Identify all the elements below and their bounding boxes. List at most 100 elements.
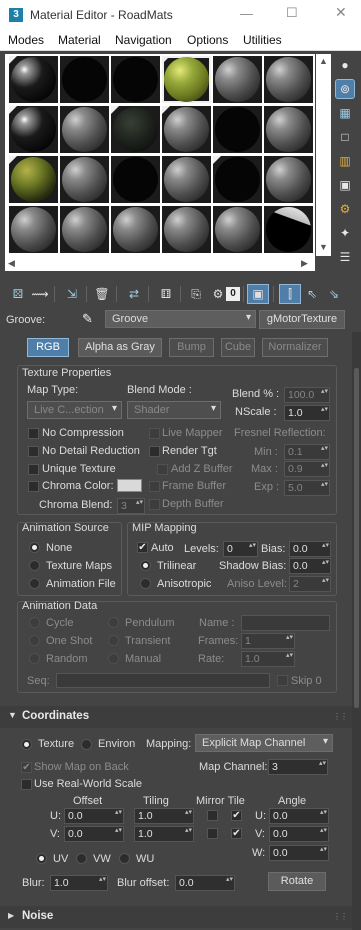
mirror-u-checkbox[interactable] [207,810,218,821]
sample-slot[interactable] [264,206,313,253]
scroll-down-icon[interactable]: ▼ [319,242,328,252]
sample-slot[interactable] [162,156,211,203]
render-tgt-checkbox[interactable] [149,446,160,457]
put-to-scene-icon[interactable]: ⟿ [30,285,50,303]
sample-uv-tiling-icon[interactable]: □ [336,128,354,146]
material-id-icon[interactable]: ⚙ [208,285,228,303]
sample-slot[interactable] [213,206,262,253]
mip-trilinear-radio[interactable] [140,560,151,571]
fresnel-exp-spinner[interactable]: 5.0 [284,480,330,496]
nscale-spinner[interactable]: 1.0 [284,405,330,421]
select-by-material-icon[interactable]: ✦ [336,224,354,242]
sample-slot[interactable] [9,156,58,203]
sample-slot[interactable] [60,56,109,103]
tab-bump[interactable]: Bump [169,338,214,357]
coordinates-rollout-header[interactable]: ▼ Coordinates ⋮⋮ [0,706,352,728]
mip-auto-checkbox[interactable]: ✔ [137,542,148,553]
mip-bias-spinner[interactable]: 0.0 [289,541,331,557]
coord-texture-radio[interactable] [21,739,32,750]
tiling-v-spinner[interactable]: 1.0 [134,826,194,842]
slots-horizontal-scrollbar[interactable]: ◀ ▶ [5,256,315,271]
anim-transient-radio[interactable] [108,635,119,646]
use-real-world-scale-checkbox[interactable] [21,779,32,790]
video-color-check-icon[interactable]: ▥ [336,152,354,170]
anim-source-texture-maps-radio[interactable] [29,560,40,571]
menu-utilities[interactable]: Utilities [243,33,282,47]
make-preview-icon[interactable]: ▣ [336,176,354,194]
maximize-icon[interactable]: ☐ [286,5,298,21]
sample-slot[interactable] [213,56,262,103]
sample-type-icon[interactable]: ● [336,56,354,74]
copy-material-icon[interactable]: ⚅ [156,285,176,303]
angle-w-spinner[interactable]: 0.0 [269,845,329,861]
panel-scrollbar[interactable] [352,332,361,930]
tab-rgb[interactable]: RGB [27,338,69,357]
get-material-icon[interactable]: ⚄ [8,285,28,303]
mip-levels-spinner[interactable]: 0 [223,541,258,557]
make-unique-icon[interactable]: ⇄ [124,285,144,303]
mip-anisotropic-radio[interactable] [140,578,151,589]
unique-texture-checkbox[interactable] [28,464,39,475]
anim-cycle-radio[interactable] [29,617,40,628]
chroma-color-swatch[interactable] [117,479,142,492]
menu-material[interactable]: Material [58,33,101,47]
angle-v-spinner[interactable]: 0.0 [269,826,329,842]
sample-slot[interactable] [9,206,58,253]
assign-material-icon[interactable]: ⇲ [62,285,82,303]
scroll-right-icon[interactable]: ▶ [301,258,308,269]
sample-slot[interactable] [9,56,58,103]
go-forward-sibling-icon[interactable]: ⇘ [324,285,344,303]
sample-slot[interactable] [60,106,109,153]
show-map-on-back-checkbox[interactable]: ✔ [21,762,32,773]
chroma-color-checkbox[interactable] [28,481,39,492]
put-to-library-icon[interactable]: ⎘ [186,285,206,303]
rotate-button[interactable]: Rotate [268,872,326,891]
sample-slot[interactable] [111,206,160,253]
sample-slot[interactable] [111,156,160,203]
show-shaded-icon[interactable]: ▣ [247,284,269,304]
scrollbar-thumb[interactable] [354,368,359,708]
background-icon[interactable]: ▦ [336,104,354,122]
anim-seq-input[interactable] [56,673,270,688]
show-end-result-icon[interactable]: ⫿ [279,284,301,304]
anim-rate-spinner[interactable]: 1.0 [241,651,295,667]
backlight-icon[interactable]: ⊚ [335,79,355,99]
scroll-up-icon[interactable]: ▲ [319,56,328,66]
mapping-dropdown[interactable]: Explicit Map Channel [195,734,333,752]
sample-slot[interactable] [111,56,160,103]
tile-v-checkbox[interactable]: ✔ [231,828,242,839]
no-compression-checkbox[interactable] [28,428,39,439]
sample-slot[interactable] [264,106,313,153]
sample-slot[interactable] [162,106,211,153]
sample-slot[interactable] [213,106,262,153]
wu-radio[interactable] [119,853,130,864]
anim-frames-spinner[interactable]: 1 [241,633,295,649]
anim-pendulum-radio[interactable] [108,617,119,628]
sample-slot[interactable] [9,106,58,153]
fresnel-max-spinner[interactable]: 0.9 [284,461,330,477]
close-icon[interactable]: ✕ [335,4,347,21]
sample-slot[interactable] [264,156,313,203]
blend-percent-spinner[interactable]: 100.0 [284,387,330,403]
blend-mode-dropdown[interactable]: Shader [127,401,221,419]
eyedropper-icon[interactable]: ✎ [82,311,93,327]
angle-u-spinner[interactable]: 0.0 [269,808,329,824]
sample-slot[interactable] [213,156,262,203]
chroma-blend-spinner[interactable]: 3 [117,498,145,514]
anim-source-animation-file-radio[interactable] [29,578,40,589]
map-channel-spinner[interactable]: 3 [268,759,328,775]
mirror-v-checkbox[interactable] [207,828,218,839]
tiling-u-spinner[interactable]: 1.0 [134,808,194,824]
menu-modes[interactable]: Modes [8,33,44,47]
offset-u-spinner[interactable]: 0.0 [64,808,124,824]
frame-buffer-checkbox[interactable] [149,481,160,492]
anim-one-shot-radio[interactable] [29,635,40,646]
offset-v-spinner[interactable]: 0.0 [64,826,124,842]
reset-icon[interactable]: 🗑 [92,285,112,303]
anim-skip-checkbox[interactable] [277,675,288,686]
go-to-parent-icon[interactable]: ⇖ [302,285,322,303]
tab-cube[interactable]: Cube [221,338,255,357]
sample-slot[interactable] [111,106,160,153]
slots-vertical-scrollbar[interactable]: ▲ ▼ [316,54,331,256]
sample-slot-selected[interactable] [162,56,211,103]
